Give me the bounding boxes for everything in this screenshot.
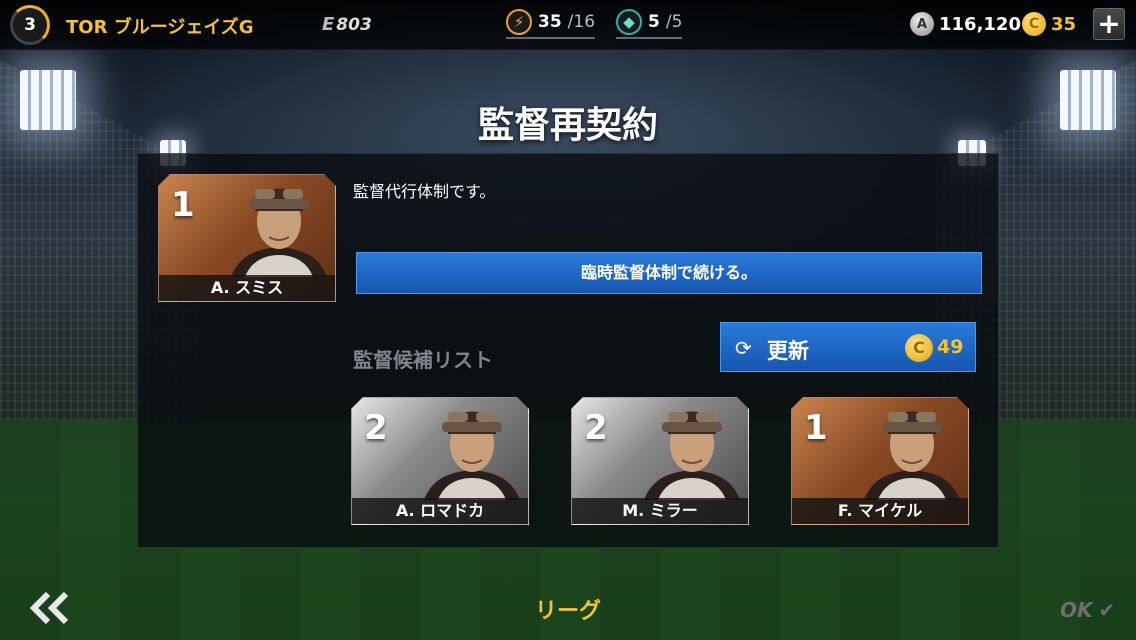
a-point-icon: A [910, 12, 934, 36]
candidate-rank: 2 [584, 408, 608, 448]
candidate-rank: 2 [364, 408, 388, 448]
level-badge[interactable]: 3 [10, 5, 50, 45]
refresh-icon: ⟳ [735, 336, 752, 360]
top-status-bar: 3 TOR ブルージェイズG E 803 ⚡ 35 /16 ◆ 5 /5 A 1… [0, 0, 1136, 50]
candidate-name: M. ミラー [572, 498, 748, 524]
candidate-list-heading: 監督候補リスト [353, 348, 493, 372]
bolt-icon: ⚡ [506, 9, 532, 35]
candidate-card[interactable]: 1 F. マイケル [791, 397, 969, 525]
candidate-card[interactable]: 2 A. ロマドカ [351, 397, 529, 525]
gem-counter[interactable]: ◆ 5 /5 [616, 9, 683, 39]
league-label: リーグ [534, 599, 601, 624]
candidate-card[interactable]: 2 M. ミラー [571, 397, 749, 525]
stamina-counter[interactable]: ⚡ 35 /16 [506, 9, 596, 39]
refresh-button[interactable]: ⟳ 更新 C 49 [720, 322, 976, 372]
coin-icon: C [905, 334, 933, 362]
refresh-cost: 49 [937, 336, 964, 358]
ok-button[interactable]: OK ✔ [1060, 598, 1115, 622]
gem-icon: ◆ [616, 9, 642, 35]
energy-value: 803 [336, 14, 372, 35]
candidate-rank: 1 [804, 408, 828, 448]
gem-max: /5 [665, 12, 683, 32]
add-currency-button[interactable]: + [1093, 8, 1125, 40]
energy-icon: E [322, 14, 335, 35]
a-points-value: 116,120 [939, 13, 1021, 35]
manager-rank: 1 [171, 185, 195, 225]
check-icon: ✔ [1098, 598, 1116, 622]
team-energy: E 803 [322, 14, 372, 35]
candidate-name: A. ロマドカ [352, 498, 528, 524]
manager-portrait-icon [644, 398, 740, 500]
ok-label: OK [1060, 598, 1093, 622]
manager-portrait-icon [424, 398, 520, 500]
page-title: 監督再契約 [477, 105, 658, 146]
candidate-name: F. マイケル [792, 498, 968, 524]
level-value: 3 [24, 15, 36, 35]
team-name[interactable]: TOR ブルージェイズG [66, 13, 254, 39]
a-points-counter[interactable]: A 116,120 [910, 12, 1021, 36]
status-message: 監督代行体制です。 [353, 182, 496, 201]
coin-icon: C [1022, 12, 1046, 36]
manager-portrait-icon [864, 398, 960, 500]
manager-contract-panel: 1 A. スミス 監督代行体制です。 臨時監督体制で続ける。 監督候補リスト ⟳… [137, 153, 999, 548]
refresh-label: 更新 [767, 339, 809, 363]
stamina-current: 35 [538, 12, 562, 32]
current-manager-card[interactable]: 1 A. スミス [158, 174, 336, 302]
manager-portrait-icon [231, 175, 327, 277]
coin-counter[interactable]: C 35 [1022, 12, 1076, 36]
gem-current: 5 [648, 12, 660, 32]
stamina-max: /16 [567, 12, 596, 32]
coin-value: 35 [1051, 13, 1077, 35]
manager-name: A. スミス [159, 275, 335, 301]
continue-interim-button[interactable]: 臨時監督体制で続ける。 [356, 252, 982, 294]
